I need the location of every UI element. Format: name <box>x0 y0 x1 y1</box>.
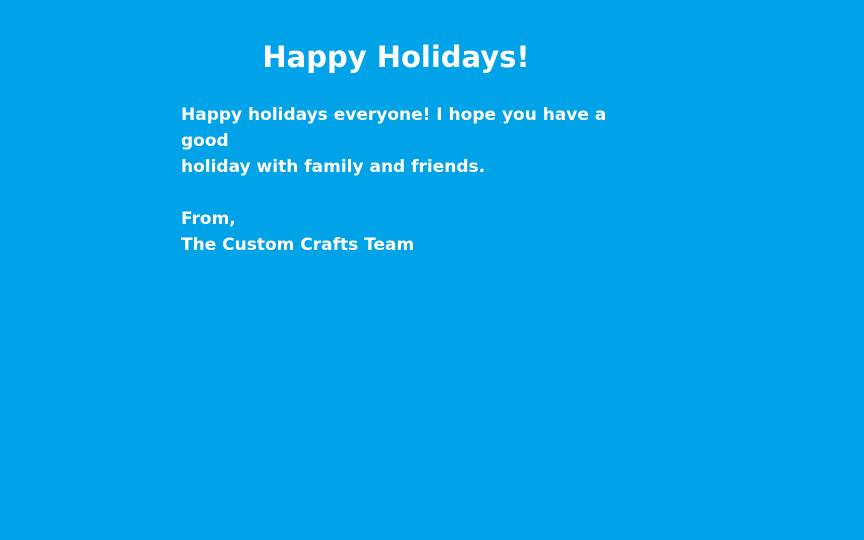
message-title: Happy Holidays! <box>262 40 530 74</box>
message-signature: The Custom Crafts Team <box>181 235 415 255</box>
holiday-message-canvas: Happy Holidays! Happy holidays everyone!… <box>0 0 864 540</box>
message-body-line-1: Happy holidays everyone! I hope you have… <box>181 105 607 151</box>
message-content: Happy holidays everyone! I hope you have… <box>181 102 641 258</box>
message-body-line-2: holiday with family and friends. <box>181 157 486 177</box>
message-signoff: From, <box>181 209 236 229</box>
